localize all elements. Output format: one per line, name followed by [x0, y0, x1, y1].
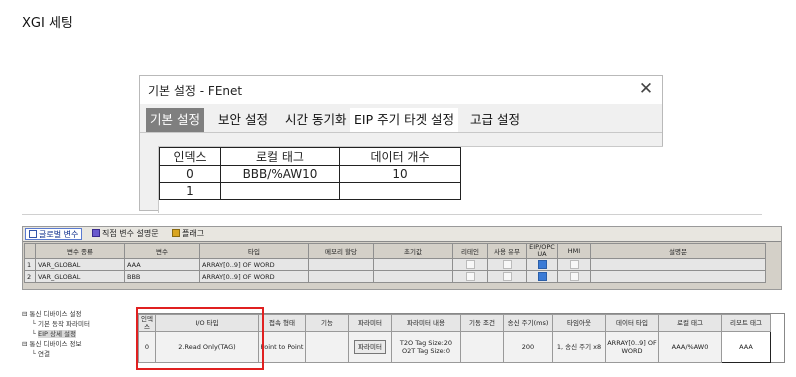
cell-data-count[interactable]: 10: [339, 165, 461, 183]
variable-table: 변수 종류 변수 타입 메모리 할당 초기값 리테인 사용 유무 EIP/OPC…: [24, 243, 766, 283]
cell-local-tag[interactable]: [220, 182, 340, 200]
column-header: 기능: [305, 314, 349, 332]
used-checkbox[interactable]: [502, 260, 512, 269]
divider: [22, 214, 762, 215]
retain-checkbox[interactable]: [465, 260, 475, 269]
cell-data-count[interactable]: [339, 182, 461, 200]
cell-local-tag[interactable]: BBB/%AW10: [220, 165, 340, 183]
cell-variable[interactable]: AAA: [124, 258, 200, 271]
tab-flags[interactable]: 플래그: [169, 228, 207, 240]
flag-icon: [172, 229, 180, 237]
cell-connection[interactable]: Point to Point: [258, 331, 306, 363]
tab-advanced-settings[interactable]: 고급 설정: [466, 108, 524, 132]
table-row[interactable]: 0 BBB/%AW10 10: [159, 165, 461, 183]
column-header: EIP/OPC UA: [526, 243, 558, 259]
tree-item-connection[interactable]: └ 연결: [32, 348, 50, 358]
column-header: 기동 조건: [460, 314, 504, 332]
cell-variable[interactable]: BBB: [124, 270, 200, 283]
column-header: 접속 형태: [258, 314, 306, 332]
cell-start-condition[interactable]: [460, 331, 504, 363]
column-header: 변수 종류: [35, 243, 125, 259]
fenet-settings-dialog: 기본 설정 - FEnet ✕ 기본 설정 보안 설정 시간 동기화 EIP 주…: [139, 75, 663, 213]
column-header: HMI: [557, 243, 591, 259]
column-header: 메모리 할당: [308, 243, 374, 259]
column-header: 송신 주기(ms): [503, 314, 553, 332]
close-icon[interactable]: ✕: [634, 78, 658, 100]
cell-remote-tag[interactable]: AAA: [721, 331, 771, 363]
column-header: 로컬 태그: [658, 314, 722, 332]
column-header: 파라미터 내용: [391, 314, 461, 332]
tab-label: 플래그: [182, 229, 205, 238]
tab-basic-settings[interactable]: 기본 설정: [146, 108, 204, 132]
cell-type[interactable]: ARRAY[0..9] OF WORD: [199, 270, 309, 283]
column-header: 리테인: [452, 243, 488, 259]
column-header: 설명문: [590, 243, 766, 259]
tab-label: 직접 변수 설명문: [102, 229, 159, 238]
column-header: 데이터 타입: [605, 314, 659, 332]
tree-item-basic-params[interactable]: └ 기본 동작 파라미터: [32, 318, 90, 328]
used-checkbox[interactable]: [502, 272, 512, 281]
dialog-tabs: 기본 설정 보안 설정 시간 동기화 EIP 주기 타겟 설정 고급 설정: [140, 108, 662, 132]
variable-tabs: 글로벌 변수 직접 변수 설명문 플래그: [23, 227, 781, 242]
eip-target-table: 인덱스 로컬 태그 데이터 개수 0 BBB/%AW10 10 1: [159, 147, 461, 200]
cell-param-content[interactable]: T2O Tag Size:20 O2T Tag Size:0: [391, 331, 461, 363]
column-header: 타입: [199, 243, 309, 259]
retain-checkbox[interactable]: [465, 272, 475, 281]
table-row[interactable]: 1 VAR_GLOBAL AAA ARRAY[0..9] OF WORD: [24, 258, 766, 271]
column-header: 파라미터: [348, 314, 392, 332]
eip-checkbox[interactable]: [537, 260, 547, 269]
tab-global-variables[interactable]: 글로벌 변수: [25, 228, 83, 240]
cell-index[interactable]: 0: [159, 165, 221, 183]
global-var-icon: [29, 230, 37, 238]
cell-local-tag[interactable]: AAA/%AW0: [658, 331, 722, 363]
tab-eip-periodic-target[interactable]: EIP 주기 타겟 설정: [350, 108, 459, 132]
dialog-titlebar: 기본 설정 - FEnet ✕: [140, 76, 662, 104]
table-row[interactable]: 2 VAR_GLOBAL BBB ARRAY[0..9] OF WORD: [24, 270, 766, 283]
column-header: 사용 유무: [487, 243, 527, 259]
cell-period[interactable]: 200: [503, 331, 553, 363]
highlight-annotation-box: [136, 307, 264, 370]
cell-function[interactable]: [305, 331, 349, 363]
cell-type[interactable]: ARRAY[0..9] OF WORD: [199, 258, 309, 271]
eip-checkbox[interactable]: [537, 272, 547, 281]
table-row[interactable]: 1: [159, 182, 461, 200]
cell-index[interactable]: 1: [159, 182, 221, 200]
eip-target-panel: 인덱스 로컬 태그 데이터 개수 0 BBB/%AW10 10 1: [158, 146, 663, 213]
cell-kind[interactable]: VAR_GLOBAL: [35, 258, 125, 271]
tree-item-comm-device-info[interactable]: ⊟ 통신 디바이스 정보: [22, 338, 82, 348]
column-header-index: 인덱스: [159, 147, 221, 166]
column-header: 타임아웃: [552, 314, 606, 332]
column-header-local-tag: 로컬 태그: [220, 147, 340, 166]
hmi-checkbox[interactable]: [569, 260, 579, 269]
column-header: 변수: [124, 243, 200, 259]
parameter-button[interactable]: 파라미터: [354, 340, 386, 354]
cell-data-type[interactable]: ARRAY[0..9] OF WORD: [605, 331, 659, 363]
tree-item-eip-details[interactable]: └ EIP 상세 설정: [32, 328, 76, 338]
dialog-title: 기본 설정 - FEnet: [148, 84, 243, 98]
project-tree: ⊟ 통신 디바이스 설정 └ 기본 동작 파라미터 └ EIP 상세 설정 ⊟ …: [22, 308, 134, 368]
page-title: XGI 세팅: [22, 16, 73, 31]
row-number: 2: [24, 270, 36, 283]
column-header-data-count: 데이터 개수: [339, 147, 461, 166]
tab-direct-variable-comments[interactable]: 직접 변수 설명문: [89, 228, 162, 240]
global-variable-panel: 글로벌 변수 직접 변수 설명문 플래그 변수 종류 변수 타입 메모리 할당 …: [22, 226, 782, 290]
tree-item-comm-device-settings[interactable]: ⊟ 통신 디바이스 설정: [22, 308, 82, 318]
hmi-checkbox[interactable]: [569, 272, 579, 281]
row-number: 1: [24, 258, 36, 271]
cell-kind[interactable]: VAR_GLOBAL: [35, 270, 125, 283]
column-header: 리모트 태그: [721, 314, 771, 332]
cell-timeout[interactable]: 1, 송신 주기 x8: [552, 331, 606, 363]
direct-var-icon: [92, 229, 100, 237]
tab-time-sync[interactable]: 시간 동기화: [281, 108, 350, 132]
column-header: 초기값: [373, 243, 453, 259]
tab-label: 글로벌 변수: [39, 230, 79, 239]
tab-security-settings[interactable]: 보안 설정: [214, 108, 272, 132]
